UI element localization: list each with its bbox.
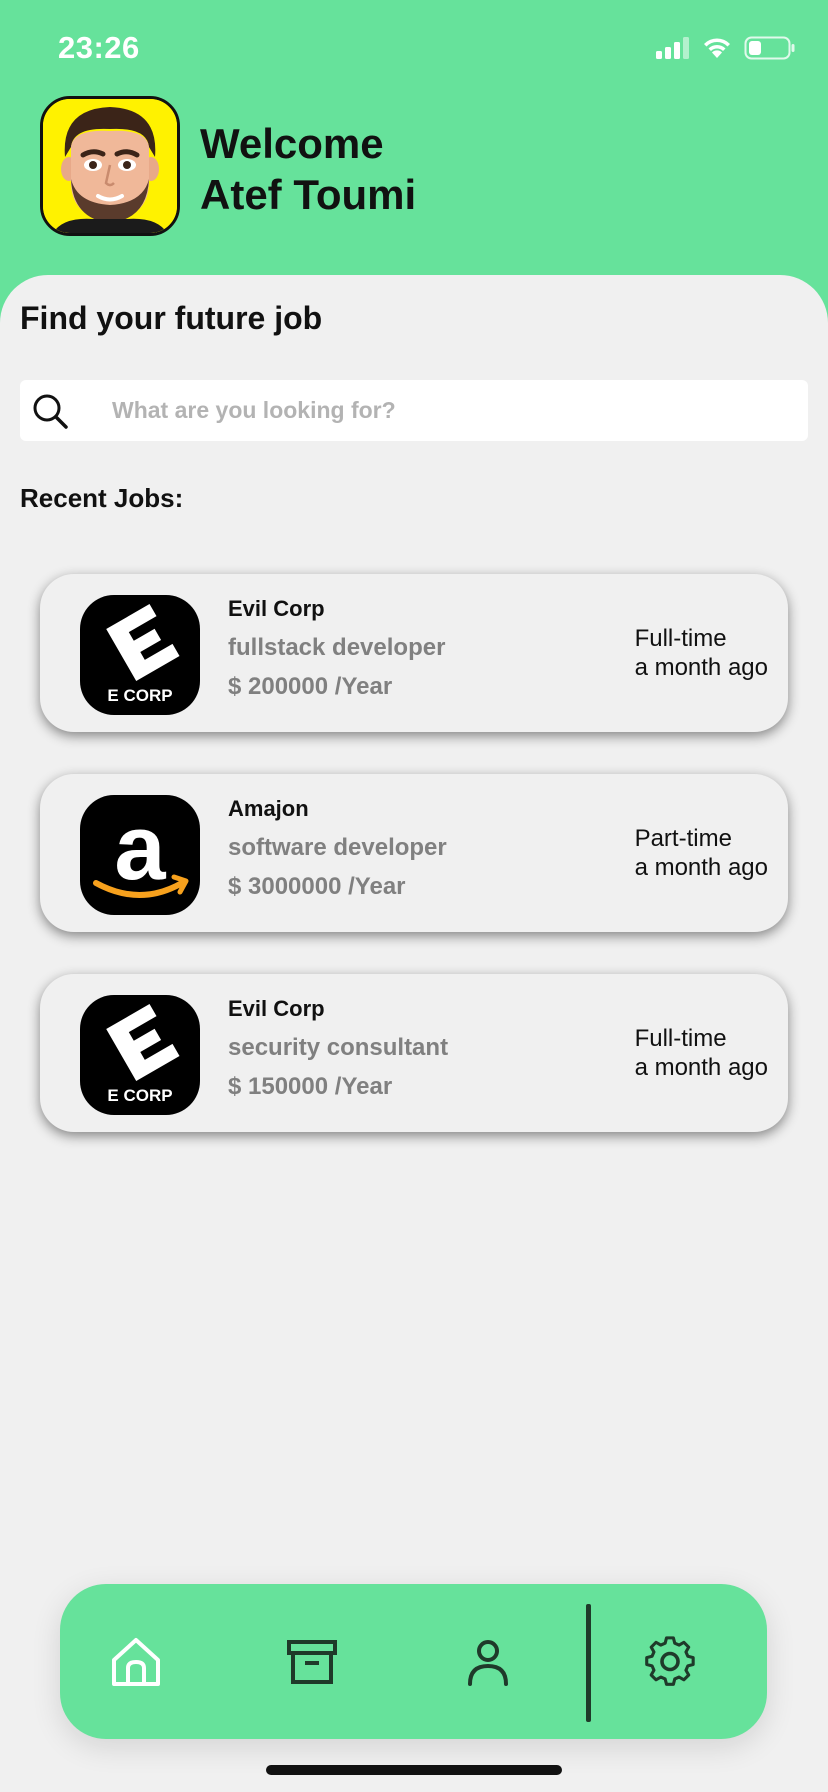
ecorp-logo: E CORP	[80, 995, 200, 1115]
job-role: security consultant	[228, 1034, 449, 1061]
amazon-logo-icon: a	[93, 797, 189, 899]
svg-text:E CORP: E CORP	[107, 686, 172, 705]
job-salary: $ 150000 /Year	[228, 1073, 393, 1100]
job-meta: Part-time a month ago	[635, 824, 768, 882]
nav-archive[interactable]	[276, 1584, 348, 1739]
nav-divider	[586, 1604, 591, 1722]
welcome-greeting: Welcome	[200, 120, 384, 167]
job-salary: $ 200000 /Year	[228, 673, 393, 700]
job-company: Amajon	[228, 796, 309, 821]
ecorp-logo: E CORP	[80, 595, 200, 715]
wifi-icon	[704, 38, 730, 58]
profile-icon[interactable]	[460, 1634, 516, 1690]
job-posted: a month ago	[634, 1054, 768, 1081]
welcome-heading: Welcome Atef Toumi	[200, 118, 416, 220]
job-salary: $ 3000000 /Year	[228, 873, 406, 900]
avatar-face-icon	[43, 99, 177, 233]
home-icon[interactable]	[108, 1634, 164, 1690]
recent-jobs-label: Recent Jobs:	[20, 483, 184, 513]
archive-icon[interactable]	[284, 1634, 340, 1690]
svg-text:a: a	[114, 797, 166, 899]
settings-icon[interactable]	[642, 1634, 698, 1690]
search-icon[interactable]	[30, 391, 70, 431]
search-input[interactable]	[110, 396, 808, 425]
home-indicator	[266, 1765, 562, 1775]
bottom-nav	[60, 1584, 767, 1739]
job-role: software developer	[228, 834, 447, 861]
job-company: Evil Corp	[228, 596, 325, 621]
page-title: Find your future job	[20, 300, 323, 336]
battery-icon	[744, 36, 795, 60]
ecorp-logo-icon: E CORP	[106, 1004, 180, 1105]
job-role: fullstack developer	[228, 634, 446, 661]
job-card[interactable]: E CORP Evil Corp security consultant $ 1…	[40, 974, 788, 1132]
job-type: Full-time	[634, 625, 727, 652]
nav-home[interactable]	[100, 1584, 172, 1739]
svg-text:E CORP: E CORP	[107, 1086, 172, 1105]
signal-icon	[656, 37, 689, 59]
status-icons	[656, 36, 796, 60]
nav-profile[interactable]	[452, 1584, 524, 1739]
job-meta: Full-time a month ago	[635, 624, 768, 682]
job-company: Evil Corp	[228, 996, 325, 1021]
status-time: 23:26	[58, 30, 140, 65]
search-bar[interactable]	[20, 380, 808, 441]
amazon-logo: a	[80, 795, 200, 915]
job-posted: a month ago	[634, 654, 768, 681]
job-type: Full-time	[634, 1025, 727, 1052]
job-card[interactable]: a Amajon software developer $ 3000000 /Y…	[40, 774, 788, 932]
ecorp-logo-icon: E CORP	[106, 604, 180, 705]
nav-settings[interactable]	[630, 1584, 710, 1739]
job-card[interactable]: E CORP Evil Corp fullstack developer $ 2…	[40, 574, 788, 732]
job-type: Part-time	[634, 825, 732, 852]
job-meta: Full-time a month ago	[635, 1024, 768, 1082]
avatar[interactable]	[40, 96, 180, 236]
job-posted: a month ago	[634, 854, 768, 881]
welcome-user-name: Atef Toumi	[200, 171, 417, 218]
